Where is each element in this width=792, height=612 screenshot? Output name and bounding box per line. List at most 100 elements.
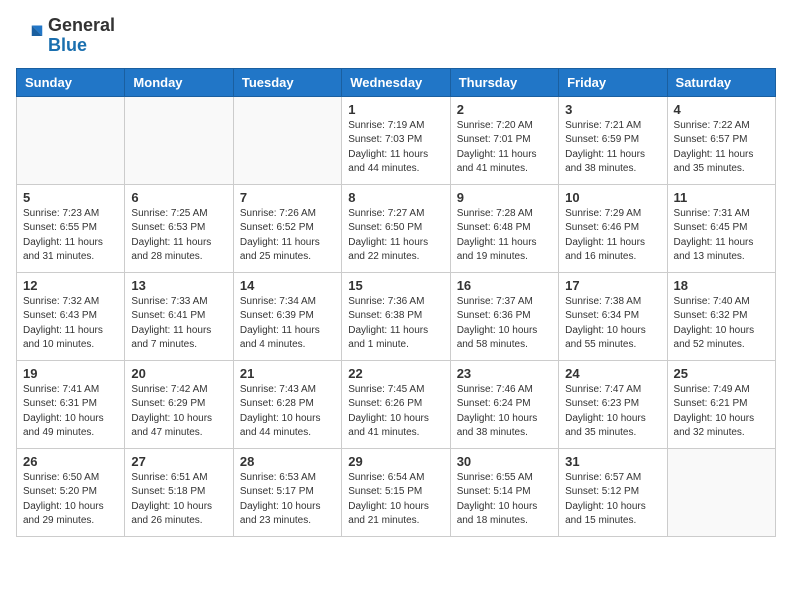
calendar-cell: 4 Sunrise: 7:22 AM Sunset: 6:57 PM Daylig… (667, 96, 775, 184)
col-header-sunday: Sunday (17, 68, 125, 96)
day-info: Sunrise: 7:45 AM Sunset: 6:26 PM Dayligh… (348, 383, 443, 441)
col-header-tuesday: Tuesday (233, 68, 341, 96)
day-info: Sunrise: 7:38 AM Sunset: 6:34 PM Dayligh… (565, 295, 660, 353)
calendar-cell: 10Sunrise: 7:29 AM Sunset: 6:46 PM Dayli… (559, 184, 667, 272)
day-info: Sunrise: 7:20 AM Sunset: 7:01 PM Dayligh… (457, 119, 552, 177)
calendar-week-2: 12 Sunrise: 7:32 AM Sunset: 6:43 PM Dayli… (17, 272, 776, 360)
calendar-cell: 8 Sunrise: 7:27 AM Sunset: 6:50 PM Daylig… (342, 184, 450, 272)
calendar-cell: 21 Sunrise: 7:43 AM Sunset: 6:28 PM Dayli… (233, 360, 341, 448)
col-header-monday: Monday (125, 68, 233, 96)
calendar-cell: 5 Sunrise: 7:23 AM Sunset: 6:55 PM Daylig… (17, 184, 125, 272)
day-number: 9 (457, 190, 552, 205)
logo-text: General Blue (48, 16, 115, 56)
calendar-cell: 3 Sunrise: 7:21 AM Sunset: 6:59 PM Daylig… (559, 96, 667, 184)
calendar-cell: 11 Sunrise: 7:31 AM Sunset: 6:45 PM Dayli… (667, 184, 775, 272)
day-number: 22 (348, 366, 443, 381)
calendar-cell (125, 96, 233, 184)
day-number: 11 (674, 190, 769, 205)
day-info: Sunrise: 7:47 AM Sunset: 6:23 PM Dayligh… (565, 383, 660, 441)
page-header: General Blue (16, 16, 776, 56)
day-number: 20 (131, 366, 226, 381)
day-number: 7 (240, 190, 335, 205)
day-info: Sunrise: 7:21 AM Sunset: 6:59 PM Dayligh… (565, 119, 660, 177)
day-info: Sunrise: 7:40 AM Sunset: 6:32 PM Dayligh… (674, 295, 769, 353)
calendar-cell: 12 Sunrise: 7:32 AM Sunset: 6:43 PM Dayli… (17, 272, 125, 360)
calendar-cell: 15 Sunrise: 7:36 AM Sunset: 6:38 PM Dayli… (342, 272, 450, 360)
day-number: 27 (131, 454, 226, 469)
day-number: 2 (457, 102, 552, 117)
day-number: 13 (131, 278, 226, 293)
day-number: 21 (240, 366, 335, 381)
calendar-cell: 18Sunrise: 7:40 AM Sunset: 6:32 PM Dayli… (667, 272, 775, 360)
day-info: Sunrise: 7:43 AM Sunset: 6:28 PM Dayligh… (240, 383, 335, 441)
calendar-cell: 2 Sunrise: 7:20 AM Sunset: 7:01 PM Daylig… (450, 96, 558, 184)
day-number: 6 (131, 190, 226, 205)
calendar-week-1: 5 Sunrise: 7:23 AM Sunset: 6:55 PM Daylig… (17, 184, 776, 272)
day-number: 24 (565, 366, 660, 381)
day-number: 8 (348, 190, 443, 205)
calendar-cell: 9 Sunrise: 7:28 AM Sunset: 6:48 PM Daylig… (450, 184, 558, 272)
logo-icon (16, 22, 44, 50)
logo: General Blue (16, 16, 115, 56)
calendar-header-row: SundayMondayTuesdayWednesdayThursdayFrid… (17, 68, 776, 96)
day-number: 28 (240, 454, 335, 469)
day-info: Sunrise: 6:51 AM Sunset: 5:18 PM Dayligh… (131, 471, 226, 529)
day-number: 17 (565, 278, 660, 293)
day-number: 30 (457, 454, 552, 469)
day-number: 23 (457, 366, 552, 381)
day-number: 16 (457, 278, 552, 293)
day-number: 3 (565, 102, 660, 117)
day-info: Sunrise: 6:50 AM Sunset: 5:20 PM Dayligh… (23, 471, 118, 529)
calendar-cell: 23Sunrise: 7:46 AM Sunset: 6:24 PM Dayli… (450, 360, 558, 448)
day-info: Sunrise: 7:23 AM Sunset: 6:55 PM Dayligh… (23, 207, 118, 265)
calendar-cell: 30 Sunrise: 6:55 AM Sunset: 5:14 PM Dayli… (450, 448, 558, 536)
calendar-week-4: 26 Sunrise: 6:50 AM Sunset: 5:20 PM Dayli… (17, 448, 776, 536)
day-info: Sunrise: 7:42 AM Sunset: 6:29 PM Dayligh… (131, 383, 226, 441)
day-number: 15 (348, 278, 443, 293)
day-info: Sunrise: 7:41 AM Sunset: 6:31 PM Dayligh… (23, 383, 118, 441)
calendar-cell: 17 Sunrise: 7:38 AM Sunset: 6:34 PM Dayli… (559, 272, 667, 360)
day-info: Sunrise: 6:57 AM Sunset: 5:12 PM Dayligh… (565, 471, 660, 529)
day-info: Sunrise: 7:27 AM Sunset: 6:50 PM Dayligh… (348, 207, 443, 265)
day-info: Sunrise: 6:55 AM Sunset: 5:14 PM Dayligh… (457, 471, 552, 529)
day-info: Sunrise: 7:34 AM Sunset: 6:39 PM Dayligh… (240, 295, 335, 353)
calendar-cell: 25 Sunrise: 7:49 AM Sunset: 6:21 PM Dayli… (667, 360, 775, 448)
day-info: Sunrise: 7:49 AM Sunset: 6:21 PM Dayligh… (674, 383, 769, 441)
day-number: 5 (23, 190, 118, 205)
calendar-cell: 14 Sunrise: 7:34 AM Sunset: 6:39 PM Dayli… (233, 272, 341, 360)
col-header-friday: Friday (559, 68, 667, 96)
calendar-cell: 19 Sunrise: 7:41 AM Sunset: 6:31 PM Dayli… (17, 360, 125, 448)
calendar-week-3: 19 Sunrise: 7:41 AM Sunset: 6:31 PM Dayli… (17, 360, 776, 448)
calendar-cell: 27 Sunrise: 6:51 AM Sunset: 5:18 PM Dayli… (125, 448, 233, 536)
calendar-cell: 16Sunrise: 7:37 AM Sunset: 6:36 PM Dayli… (450, 272, 558, 360)
calendar-cell (233, 96, 341, 184)
day-info: Sunrise: 7:36 AM Sunset: 6:38 PM Dayligh… (348, 295, 443, 353)
calendar-table: SundayMondayTuesdayWednesdayThursdayFrid… (16, 68, 776, 537)
calendar-cell: 28Sunrise: 6:53 AM Sunset: 5:17 PM Dayli… (233, 448, 341, 536)
day-number: 1 (348, 102, 443, 117)
calendar-cell: 1 Sunrise: 7:19 AM Sunset: 7:03 PM Daylig… (342, 96, 450, 184)
day-info: Sunrise: 7:22 AM Sunset: 6:57 PM Dayligh… (674, 119, 769, 177)
day-info: Sunrise: 7:31 AM Sunset: 6:45 PM Dayligh… (674, 207, 769, 265)
day-number: 4 (674, 102, 769, 117)
day-number: 26 (23, 454, 118, 469)
day-info: Sunrise: 7:29 AM Sunset: 6:46 PM Dayligh… (565, 207, 660, 265)
day-info: Sunrise: 7:32 AM Sunset: 6:43 PM Dayligh… (23, 295, 118, 353)
day-info: Sunrise: 7:19 AM Sunset: 7:03 PM Dayligh… (348, 119, 443, 177)
day-number: 25 (674, 366, 769, 381)
calendar-week-0: 1 Sunrise: 7:19 AM Sunset: 7:03 PM Daylig… (17, 96, 776, 184)
col-header-thursday: Thursday (450, 68, 558, 96)
day-info: Sunrise: 6:54 AM Sunset: 5:15 PM Dayligh… (348, 471, 443, 529)
calendar-cell: 24 Sunrise: 7:47 AM Sunset: 6:23 PM Dayli… (559, 360, 667, 448)
day-number: 14 (240, 278, 335, 293)
calendar-cell: 22 Sunrise: 7:45 AM Sunset: 6:26 PM Dayli… (342, 360, 450, 448)
day-info: Sunrise: 7:25 AM Sunset: 6:53 PM Dayligh… (131, 207, 226, 265)
day-info: Sunrise: 7:26 AM Sunset: 6:52 PM Dayligh… (240, 207, 335, 265)
day-number: 31 (565, 454, 660, 469)
day-number: 19 (23, 366, 118, 381)
day-info: Sunrise: 7:28 AM Sunset: 6:48 PM Dayligh… (457, 207, 552, 265)
day-number: 12 (23, 278, 118, 293)
col-header-wednesday: Wednesday (342, 68, 450, 96)
calendar-cell: 31 Sunrise: 6:57 AM Sunset: 5:12 PM Dayli… (559, 448, 667, 536)
calendar-cell: 13Sunrise: 7:33 AM Sunset: 6:41 PM Dayli… (125, 272, 233, 360)
